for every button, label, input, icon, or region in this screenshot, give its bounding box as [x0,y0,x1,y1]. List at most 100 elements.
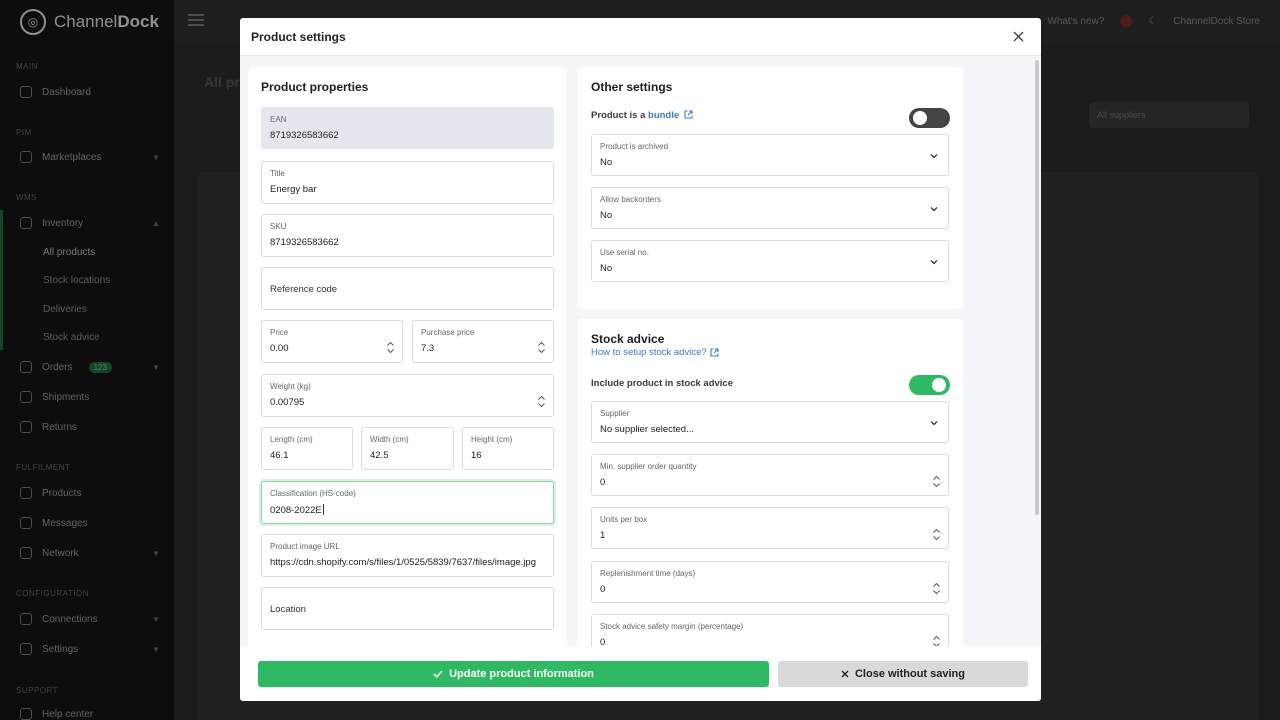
modal-scrollbar[interactable] [1035,60,1039,515]
field-placeholder: Reference code [270,284,338,295]
field-value: 0.00795 [270,397,305,408]
field-value: 0208-2022E [270,505,322,516]
field-label: Weight (kg) [270,382,311,391]
field-label: Supplier [600,409,630,418]
weight-field[interactable]: Weight (kg) 0.00795 [261,374,554,417]
bundle-prefix: Product is a [591,110,646,121]
product-properties-card: Product properties EAN 8719326583662 Tit… [248,67,567,646]
number-stepper-icon[interactable] [387,342,394,353]
field-label: Price [270,328,289,337]
stock-advice-help-link[interactable]: How to setup stock advice? [591,347,707,358]
number-stepper-icon[interactable] [933,476,940,487]
chevron-down-icon [930,421,938,426]
price-field[interactable]: Price 0.00 [261,320,403,363]
number-stepper-icon[interactable] [538,342,545,353]
field-label: Stock advice safety margin (percentage) [600,622,744,631]
close-icon [841,670,849,678]
field-value: 0 [600,637,606,646]
update-product-label: Update product information [449,668,594,680]
chevron-down-icon [930,207,938,212]
ean-field: EAN 8719326583662 [261,107,554,149]
number-stepper-icon[interactable] [933,636,940,646]
title-field[interactable]: Title Energy bar [261,161,554,204]
number-stepper-icon[interactable] [933,583,940,594]
field-label: Product is archived [600,142,669,151]
field-label: Length (cm) [270,435,313,444]
toggle-knob [932,378,946,392]
field-value: 0 [600,584,606,595]
field-label: SKU [270,222,287,231]
text-cursor [322,504,324,515]
sku-field[interactable]: SKU 8719326583662 [261,214,554,257]
include-stock-advice-label: Include product in stock advice [591,378,734,389]
purchase-price-field[interactable]: Purchase price 7.3 [412,320,554,363]
field-value: No [600,263,613,274]
close-icon[interactable] [1009,28,1027,46]
field-value: No [600,210,613,221]
update-product-button[interactable]: Update product information [258,661,769,687]
field-value: 16 [471,450,482,461]
field-value: No supplier selected... [600,424,694,435]
field-value: https://cdn.shopify.com/s/files/1/0525/5… [270,557,536,568]
field-label: Purchase price [421,328,475,337]
number-stepper-icon[interactable] [538,396,545,407]
min-order-qty-field[interactable]: Min. supplier order quantity 0 [591,454,949,496]
product-settings-modal: Product settings Product properties EAN … [240,18,1041,701]
toggle-knob [913,111,927,125]
field-value: 46.1 [270,450,289,461]
height-field[interactable]: Height (cm) 16 [462,427,554,470]
include-stock-advice-toggle[interactable] [909,375,950,395]
chevron-down-icon [930,154,938,159]
field-label: Product image URL [270,542,340,551]
reference-code-field[interactable]: Reference code [261,267,554,310]
field-label: Use serial no. [600,248,649,257]
field-label: Height (cm) [471,435,513,444]
external-link-icon [710,348,719,357]
field-value: Energy bar [270,184,317,195]
replenishment-time-field[interactable]: Replenishment time (days) 0 [591,561,949,603]
image-url-field[interactable]: Product image URL https://cdn.shopify.co… [261,534,554,577]
hs-code-field[interactable]: Classification (HS-code) 0208-2022E [261,481,554,524]
field-label: Width (cm) [370,435,409,444]
field-value: 8719326583662 [270,130,339,141]
field-label: Replenishment time (days) [600,569,696,578]
modal-header: Product settings [240,18,1041,56]
field-label: Min. supplier order quantity [600,462,697,471]
modal-title: Product settings [251,29,346,44]
close-without-saving-label: Close without saving [854,668,965,680]
modal-body[interactable]: Product properties EAN 8719326583662 Tit… [240,56,1041,646]
stock-advice-help[interactable]: How to setup stock advice? [591,347,719,358]
serial-select[interactable]: Use serial no. No [591,240,949,282]
check-icon [433,670,443,678]
width-field[interactable]: Width (cm) 42.5 [361,427,454,470]
field-value: 8719326583662 [270,237,339,248]
backorders-select[interactable]: Allow backorders No [591,187,949,229]
field-label: EAN [270,115,287,124]
modal-footer: Update product information Close without… [240,646,1041,701]
field-label: Units per box [600,515,648,524]
field-value: No [600,157,613,168]
other-settings-title: Other settings [591,80,673,94]
units-per-box-field[interactable]: Units per box 1 [591,507,949,549]
number-stepper-icon[interactable] [933,529,940,540]
close-without-saving-button[interactable]: Close without saving [778,661,1028,687]
bundle-toggle[interactable] [909,108,950,128]
field-label: Allow backorders [600,195,661,204]
other-settings-card: Other settings Product is a bundle Produ… [577,67,963,309]
stock-advice-card: Stock advice How to setup stock advice? … [577,319,963,646]
chevron-down-icon [930,260,938,265]
bundle-link[interactable]: bundle [648,110,679,121]
location-field[interactable]: Location [261,587,554,630]
field-value: 0.00 [270,343,289,354]
field-placeholder: Location [270,604,306,615]
safety-margin-field[interactable]: Stock advice safety margin (percentage) … [591,614,949,646]
length-field[interactable]: Length (cm) 46.1 [261,427,353,470]
field-label: Classification (HS-code) [270,489,356,498]
field-value: 0 [600,477,606,488]
supplier-select[interactable]: Supplier No supplier selected... [591,401,949,443]
stock-advice-title: Stock advice [591,332,665,346]
archived-select[interactable]: Product is archived No [591,134,949,176]
field-value: 1 [600,530,606,541]
external-link-icon[interactable] [684,110,693,122]
field-value: 7.3 [421,343,435,354]
